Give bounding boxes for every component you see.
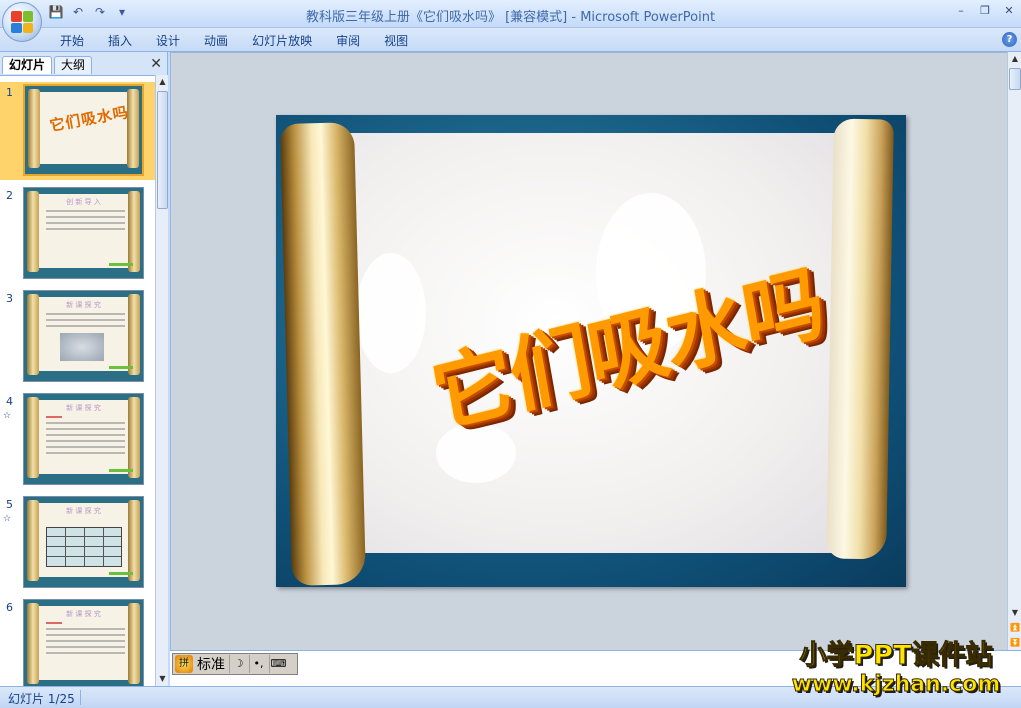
thumbnail-strip [109, 366, 133, 369]
watermark: 小学PPT课件站 www.kjzhan.com [776, 640, 1016, 698]
help-icon[interactable]: ? [1002, 32, 1017, 47]
minimize-icon[interactable]: – [953, 4, 969, 18]
slide-thumbnail-row[interactable]: 5 ☆ 新 课 探 究 [0, 494, 155, 592]
thumbnail-strip [109, 469, 133, 472]
previous-slide-icon[interactable]: ⏫ [1008, 621, 1021, 635]
animation-star-icon: ☆ [3, 411, 12, 421]
office-button[interactable] [2, 2, 42, 42]
thumbnail-heading: 新 课 探 究 [66, 507, 101, 515]
scroll-roll-left [279, 122, 367, 586]
slide-number: 2 [6, 189, 13, 202]
watermark-site-name: 小学PPT课件站 [799, 640, 993, 672]
slide-thumbnail-row[interactable]: 2 创 新 导 入 [0, 185, 155, 283]
document-title: 教科版三年级上册《它们吸水吗》 [兼容模式] [305, 10, 568, 25]
slide-thumbnail[interactable]: 新 课 探 究 [23, 496, 144, 588]
ime-mode-label[interactable]: 标准 [195, 654, 227, 674]
tab-slideshow[interactable]: 幻灯片放映 [240, 32, 324, 50]
editor-scrollbar[interactable]: ▲ ▼ ⏫ ⏬ [1007, 52, 1021, 650]
slide-thumbnail[interactable]: 新 课 探 究 [23, 393, 144, 485]
current-slide[interactable]: 它们吸水吗 [276, 115, 906, 587]
slide-number: 1 [6, 86, 13, 99]
thumbnail-text-lines [46, 416, 125, 458]
scroll-up-icon[interactable]: ▲ [1008, 52, 1021, 66]
thumbnail-text-lines [46, 210, 125, 234]
slide-editor: 它们吸水吗 [170, 52, 1007, 650]
close-icon[interactable]: ✕ [1001, 4, 1017, 18]
app-name: Microsoft PowerPoint [580, 10, 716, 25]
thumbnail-text-lines [46, 313, 125, 331]
soft-keyboard-icon[interactable]: ⌨ [269, 655, 287, 673]
slide-counter: 幻灯片 1/25 [8, 692, 75, 706]
scroll-up-icon[interactable]: ▲ [156, 75, 169, 89]
close-pane-icon[interactable]: ✕ [150, 56, 162, 72]
scroll-thumb[interactable] [1009, 68, 1021, 90]
ime-logo-icon[interactable]: 拼 [175, 655, 193, 673]
animation-star-icon: ☆ [3, 514, 12, 524]
ime-toolbar[interactable]: 拼 标准 ☽ •, ⌨ [172, 653, 298, 675]
slide-thumbnail[interactable]: 新 课 探 究 [23, 290, 144, 382]
watermark-url: www.kjzhan.com [791, 672, 1001, 698]
slide-thumbnail-row[interactable]: 6 新 课 探 究 [0, 597, 155, 686]
slide-number: 6 [6, 601, 13, 614]
thumbnail-heading: 新 课 探 究 [66, 404, 101, 412]
scroll-thumb[interactable] [157, 91, 168, 209]
thumbnail-heading: 新 课 探 究 [66, 610, 101, 618]
ribbon-tabs: 开始 插入 设计 动画 幻灯片放映 审阅 视图 [48, 32, 420, 50]
window-title: 教科版三年级上册《它们吸水吗》 [兼容模式] - Microsoft Power… [0, 6, 1021, 25]
ribbon-tab-bar: 开始 插入 设计 动画 幻灯片放映 审阅 视图 ? [0, 28, 1021, 52]
slide-thumbnail[interactable]: 新 课 探 究 [23, 599, 144, 686]
slide-number: 4 [6, 395, 13, 408]
scroll-roll-right [826, 118, 894, 560]
slide-number: 5 [6, 498, 13, 511]
slide-thumbnail-row[interactable]: 3 新 课 探 究 [0, 288, 155, 386]
tab-review[interactable]: 审阅 [324, 32, 372, 50]
window-controls: – ❐ ✕ [953, 4, 1017, 18]
thumbnail-strip [109, 572, 133, 575]
thumbnail-strip [109, 263, 133, 266]
thumbnail-table [46, 527, 122, 567]
halfwidth-moon-icon[interactable]: ☽ [229, 655, 247, 673]
title-separator: - [567, 10, 581, 25]
slide-thumbnail-row[interactable]: 4 ☆ 新 课 探 究 [0, 391, 155, 489]
pane-tabs: 幻灯片 大纲 ✕ [0, 54, 168, 74]
tab-slides[interactable]: 幻灯片 [2, 56, 53, 74]
scroll-down-icon[interactable]: ▼ [1008, 606, 1021, 620]
paper-blot [356, 253, 426, 373]
thumbnail-list: 1 它们吸水吗 2 创 新 导 入 3 新 课 探 究 4 ☆ 新 课 探 究 … [0, 75, 155, 686]
tab-view[interactable]: 视图 [372, 32, 420, 50]
slide-thumbnail[interactable]: 它们吸水吗 [23, 84, 144, 176]
tab-design[interactable]: 设计 [144, 32, 192, 50]
restore-icon[interactable]: ❐ [977, 4, 993, 18]
thumbnail-scroll-right [127, 89, 139, 168]
slides-pane: 幻灯片 大纲 ✕ 1 它们吸水吗 2 创 新 导 入 3 新 课 探 究 4 ☆… [0, 52, 168, 686]
thumbnail-heading: 新 课 探 究 [66, 301, 101, 309]
title-bar: 💾 ↶ ↷ ▾ 教科版三年级上册《它们吸水吗》 [兼容模式] - Microso… [0, 0, 1021, 28]
slide-number: 3 [6, 292, 13, 305]
status-separator [80, 690, 81, 705]
tab-home[interactable]: 开始 [48, 32, 96, 50]
office-logo-icon [11, 11, 33, 33]
thumbnail-scrollbar[interactable]: ▲ ▼ [155, 75, 168, 686]
thumbnail-heading: 创 新 导 入 [66, 198, 101, 206]
thumbnail-text-lines [46, 622, 125, 658]
scroll-down-icon[interactable]: ▼ [156, 672, 169, 686]
tab-insert[interactable]: 插入 [96, 32, 144, 50]
punctuation-icon[interactable]: •, [249, 655, 267, 673]
tab-animations[interactable]: 动画 [192, 32, 240, 50]
thumbnail-scroll-left [28, 89, 40, 168]
slide-thumbnail-row[interactable]: 1 它们吸水吗 [0, 82, 155, 180]
slide-thumbnail[interactable]: 创 新 导 入 [23, 187, 144, 279]
tab-outline[interactable]: 大纲 [54, 56, 93, 74]
thumbnail-photo [60, 333, 104, 361]
